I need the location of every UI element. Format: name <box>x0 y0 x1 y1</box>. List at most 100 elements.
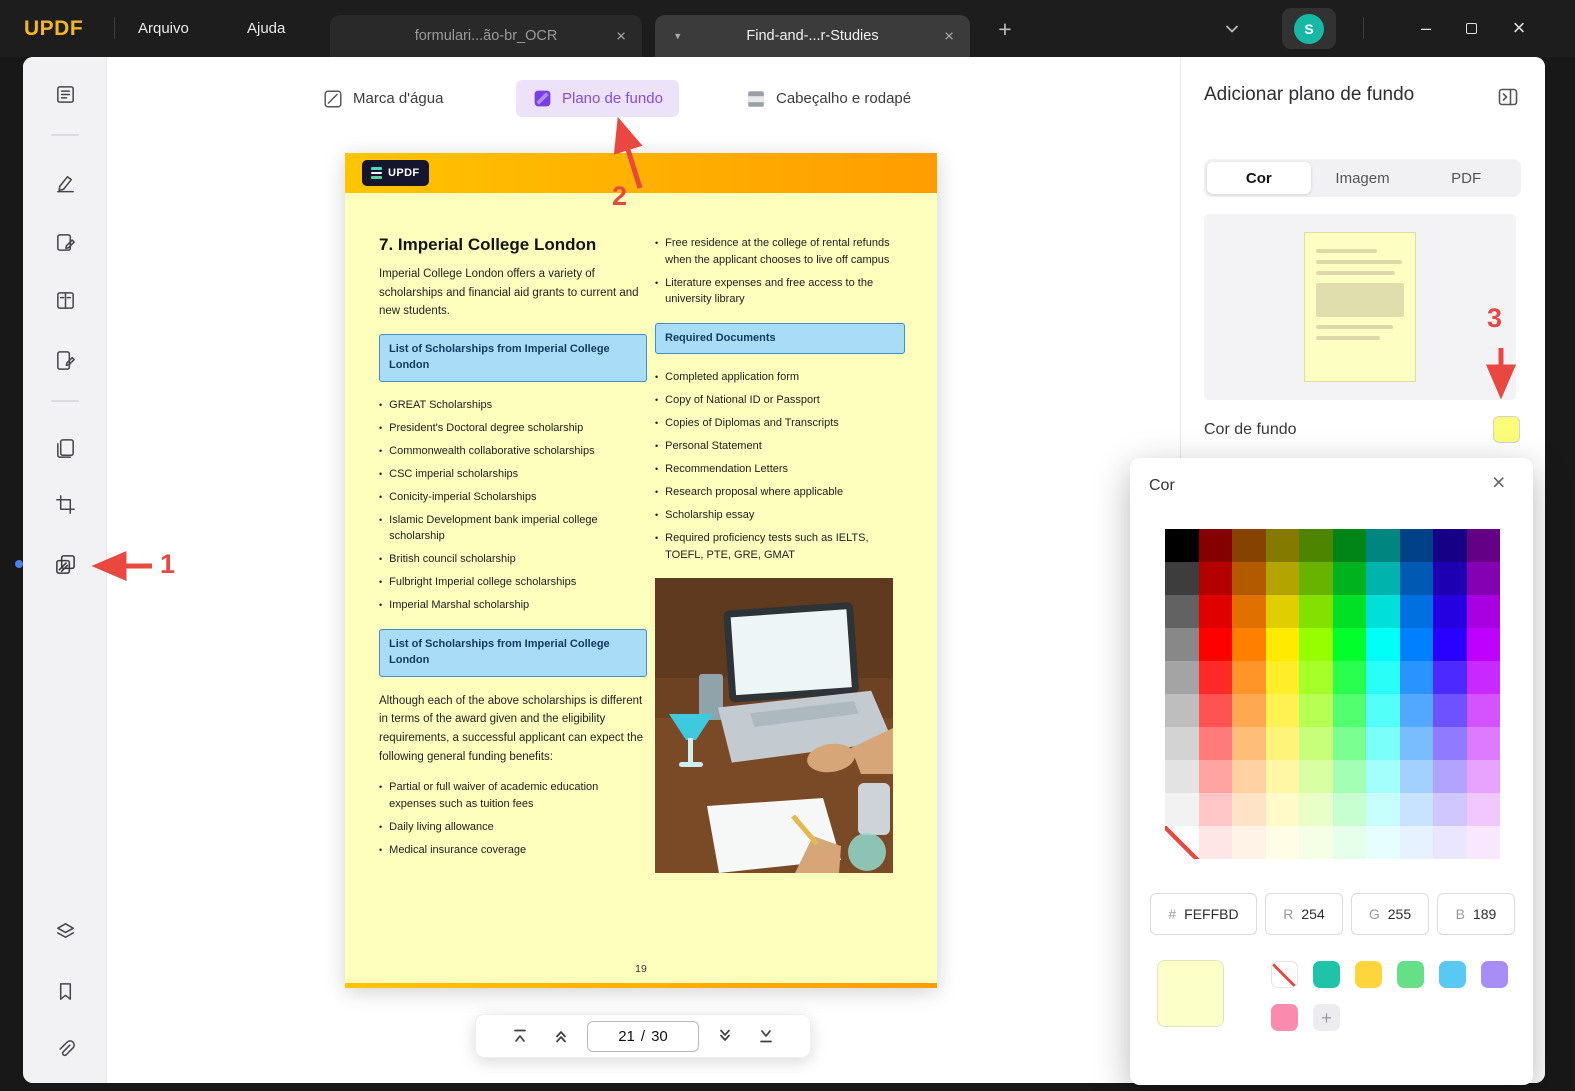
sidebar-tool-crop[interactable] <box>44 483 86 525</box>
palette-cell[interactable] <box>1265 793 1299 826</box>
palette-cell[interactable] <box>1466 661 1500 694</box>
menu-ajuda[interactable]: Ajuda <box>241 0 291 57</box>
document-tab-active[interactable]: ▾ Find-and-...r-Studies × <box>655 15 970 57</box>
palette-cell[interactable] <box>1366 826 1400 859</box>
palette-cell[interactable] <box>1466 826 1500 859</box>
palette-cell[interactable] <box>1198 793 1232 826</box>
palette-cell[interactable] <box>1198 529 1232 562</box>
palette-cell[interactable] <box>1299 826 1333 859</box>
palette-cell[interactable] <box>1232 694 1266 727</box>
palette-cell[interactable] <box>1433 661 1467 694</box>
palette-cell[interactable] <box>1366 529 1400 562</box>
palette-cell[interactable] <box>1299 529 1333 562</box>
palette-cell[interactable] <box>1198 826 1232 859</box>
minimize-button[interactable]: – <box>1410 13 1442 43</box>
close-tab-icon[interactable]: × <box>944 28 954 45</box>
pdf-page[interactable]: UPDF 7. Imperial College London Imperial… <box>345 153 937 988</box>
palette-cell[interactable] <box>1332 562 1366 595</box>
tabs-dropdown-icon[interactable] <box>1222 19 1242 39</box>
palette-cell[interactable] <box>1433 529 1467 562</box>
palette-cell[interactable] <box>1165 628 1199 661</box>
palette-cell[interactable] <box>1165 694 1199 727</box>
palette-cell[interactable] <box>1265 760 1299 793</box>
green-input[interactable]: G 255 <box>1351 893 1429 935</box>
palette-cell[interactable] <box>1232 760 1266 793</box>
preset-color[interactable] <box>1271 1004 1298 1031</box>
add-color-button[interactable]: + <box>1313 1004 1340 1031</box>
palette-cell[interactable] <box>1399 628 1433 661</box>
palette-cell[interactable] <box>1165 529 1199 562</box>
palette-cell[interactable] <box>1399 793 1433 826</box>
sidebar-tool-bookmark[interactable] <box>44 970 86 1012</box>
last-page-button[interactable] <box>751 1021 781 1051</box>
header-footer-button[interactable]: Cabeçalho e rodapé <box>745 80 911 117</box>
background-color-swatch[interactable] <box>1493 416 1520 443</box>
palette-cell[interactable] <box>1232 661 1266 694</box>
palette-cell[interactable] <box>1165 661 1199 694</box>
chevron-down-icon[interactable]: ▾ <box>675 30 681 43</box>
palette-cell[interactable] <box>1299 793 1333 826</box>
sidebar-tool-form[interactable] <box>44 279 86 321</box>
palette-cell[interactable] <box>1198 760 1232 793</box>
palette-cell[interactable] <box>1299 628 1333 661</box>
palette-cell[interactable] <box>1433 628 1467 661</box>
palette-cell[interactable] <box>1399 562 1433 595</box>
palette-cell[interactable] <box>1165 760 1199 793</box>
palette-cell[interactable] <box>1366 661 1400 694</box>
palette-cell[interactable] <box>1165 595 1199 628</box>
palette-cell[interactable] <box>1399 529 1433 562</box>
palette-cell[interactable] <box>1332 793 1366 826</box>
palette-cell[interactable] <box>1466 694 1500 727</box>
palette-cell[interactable] <box>1198 595 1232 628</box>
menu-arquivo[interactable]: Arquivo <box>132 0 195 57</box>
palette-cell[interactable] <box>1198 694 1232 727</box>
palette-cell[interactable] <box>1299 595 1333 628</box>
page-number-input[interactable]: 21 / 30 <box>587 1020 699 1052</box>
palette-cell[interactable] <box>1198 562 1232 595</box>
palette-cell[interactable] <box>1399 694 1433 727</box>
palette-cell[interactable] <box>1466 595 1500 628</box>
close-button[interactable]: × <box>1503 13 1535 43</box>
palette-cell[interactable] <box>1299 760 1333 793</box>
close-icon[interactable]: × <box>1492 471 1505 494</box>
palette-cell[interactable] <box>1433 595 1467 628</box>
close-tab-icon[interactable]: × <box>616 28 626 45</box>
watermark-button[interactable]: Marca d'água <box>322 80 443 117</box>
palette-cell[interactable] <box>1198 628 1232 661</box>
palette-cell[interactable] <box>1332 760 1366 793</box>
palette-cell[interactable] <box>1466 727 1500 760</box>
palette-cell[interactable] <box>1265 628 1299 661</box>
palette-cell[interactable] <box>1232 826 1266 859</box>
first-page-button[interactable] <box>505 1021 535 1051</box>
sidebar-tool-annotate[interactable] <box>44 162 86 204</box>
account-button[interactable]: S <box>1282 8 1336 49</box>
palette-cell[interactable] <box>1399 760 1433 793</box>
sidebar-tool-sign[interactable] <box>44 339 86 381</box>
next-page-button[interactable] <box>710 1021 740 1051</box>
sidebar-tool-comment[interactable] <box>44 221 86 263</box>
palette-cell[interactable] <box>1433 793 1467 826</box>
palette-cell[interactable] <box>1366 760 1400 793</box>
palette-cell[interactable] <box>1399 595 1433 628</box>
palette-cell[interactable] <box>1433 562 1467 595</box>
palette-cell[interactable] <box>1433 727 1467 760</box>
sidebar-tool-organize-pages[interactable] <box>44 427 86 469</box>
sidebar-tool-background[interactable] <box>44 543 86 585</box>
palette-cell[interactable] <box>1232 562 1266 595</box>
palette-cell[interactable] <box>1399 826 1433 859</box>
preset-color[interactable] <box>1481 961 1508 988</box>
red-input[interactable]: R 254 <box>1265 893 1343 935</box>
palette-cell[interactable] <box>1399 727 1433 760</box>
palette-cell[interactable] <box>1332 661 1366 694</box>
palette-cell[interactable] <box>1198 727 1232 760</box>
preset-color[interactable] <box>1397 961 1424 988</box>
palette-cell[interactable] <box>1299 694 1333 727</box>
tab-cor[interactable]: Cor <box>1207 162 1311 194</box>
palette-cell[interactable] <box>1265 694 1299 727</box>
palette-cell[interactable] <box>1466 793 1500 826</box>
palette-cell[interactable] <box>1332 826 1366 859</box>
palette-cell[interactable] <box>1165 727 1199 760</box>
preset-color[interactable] <box>1313 961 1340 988</box>
palette-cell[interactable] <box>1265 661 1299 694</box>
palette-cell[interactable] <box>1265 826 1299 859</box>
